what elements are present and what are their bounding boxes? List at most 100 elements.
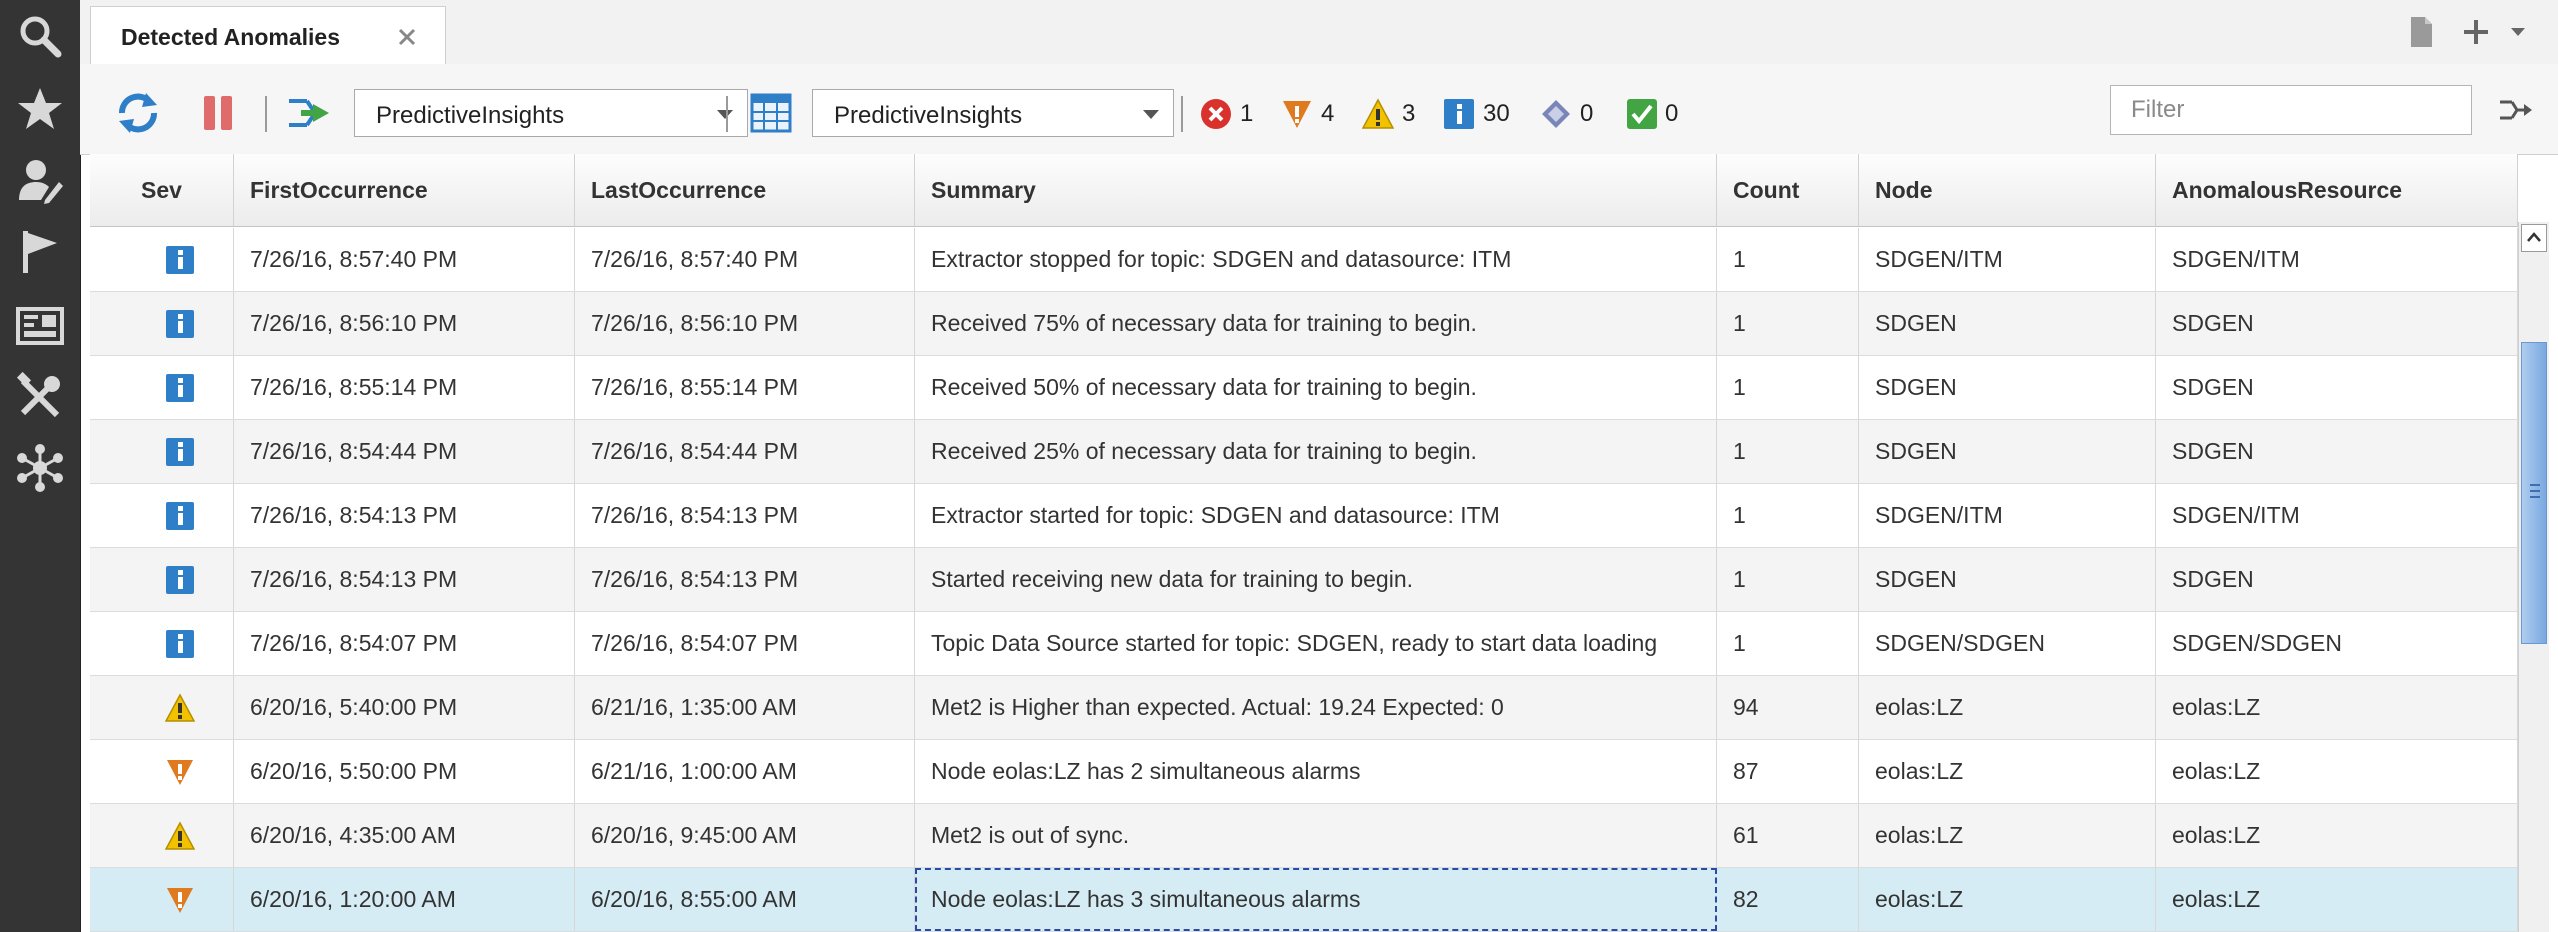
view-grid-icon[interactable] (750, 93, 792, 133)
cell-anomalous-resource[interactable]: SDGEN/ITM (2156, 228, 2518, 291)
cell-count[interactable]: 1 (1717, 484, 1859, 547)
cell-last-occurrence[interactable]: 6/21/16, 1:35:00 AM (575, 676, 915, 739)
table-row[interactable]: 7/26/16, 8:54:07 PM 7/26/16, 8:54:07 PM To… (90, 612, 2518, 676)
cell-node[interactable]: eolas:LZ (1859, 740, 2156, 803)
cell-summary[interactable]: Extractor stopped for topic: SDGEN and d… (915, 228, 1717, 291)
table-row[interactable]: 7/26/16, 8:57:40 PM 7/26/16, 8:57:40 PM Ex… (90, 228, 2518, 292)
close-icon[interactable] (395, 25, 419, 49)
cell-summary[interactable]: Extractor started for topic: SDGEN and d… (915, 484, 1717, 547)
datasource-combo[interactable]: PredictiveInsights (354, 89, 748, 137)
cell-first-occurrence[interactable]: 6/20/16, 1:20:00 AM (234, 868, 575, 931)
table-row[interactable]: 7/26/16, 8:56:10 PM 7/26/16, 8:56:10 PM Re… (90, 292, 2518, 356)
table-row[interactable]: 7/26/16, 8:54:13 PM 7/26/16, 8:54:13 PM St… (90, 548, 2518, 612)
table-row[interactable]: 6/20/16, 5:50:00 PM 6/21/16, 1:00:00 AM No… (90, 740, 2518, 804)
add-tab-icon[interactable] (2458, 14, 2494, 50)
cell-last-occurrence[interactable]: 7/26/16, 8:54:44 PM (575, 420, 915, 483)
column-header-node[interactable]: Node (1859, 154, 2156, 226)
filter-builder-icon[interactable] (287, 92, 331, 134)
cell-node[interactable]: eolas:LZ (1859, 868, 2156, 931)
cell-sev[interactable] (90, 612, 234, 675)
apply-filter-icon[interactable] (2498, 94, 2534, 126)
vertical-scrollbar[interactable] (2518, 222, 2549, 932)
cell-count[interactable]: 1 (1717, 548, 1859, 611)
cell-anomalous-resource[interactable]: eolas:LZ (2156, 676, 2518, 739)
clear-severity-icon[interactable] (1626, 98, 1658, 130)
scroll-thumb[interactable] (2521, 342, 2547, 644)
cell-last-occurrence[interactable]: 6/21/16, 1:00:00 AM (575, 740, 915, 803)
cell-sev[interactable] (90, 420, 234, 483)
search-icon[interactable] (0, 5, 80, 67)
view-combo[interactable]: PredictiveInsights (812, 89, 1174, 137)
cell-anomalous-resource[interactable]: eolas:LZ (2156, 804, 2518, 867)
tab-menu-chevron-down-icon[interactable] (2500, 14, 2536, 50)
cell-anomalous-resource[interactable]: SDGEN/SDGEN (2156, 612, 2518, 675)
filter-input[interactable] (2110, 85, 2472, 135)
cell-anomalous-resource[interactable]: eolas:LZ (2156, 740, 2518, 803)
cell-sev[interactable] (90, 228, 234, 291)
flag-icon[interactable] (0, 220, 80, 282)
cell-sev[interactable] (90, 676, 234, 739)
critical-severity-icon[interactable] (1200, 98, 1232, 130)
column-header-sev[interactable]: Sev (90, 154, 234, 226)
cell-count[interactable]: 1 (1717, 420, 1859, 483)
cell-count[interactable]: 1 (1717, 612, 1859, 675)
cell-node[interactable]: eolas:LZ (1859, 676, 2156, 739)
cell-first-occurrence[interactable]: 7/26/16, 8:54:07 PM (234, 612, 575, 675)
cell-node[interactable]: SDGEN (1859, 548, 2156, 611)
cell-summary[interactable]: Met2 is Higher than expected. Actual: 19… (915, 676, 1717, 739)
cell-last-occurrence[interactable]: 7/26/16, 8:54:07 PM (575, 612, 915, 675)
cell-sev[interactable] (90, 868, 234, 931)
cell-count[interactable]: 61 (1717, 804, 1859, 867)
column-header-first-occurrence[interactable]: FirstOccurrence (234, 154, 575, 226)
cell-first-occurrence[interactable]: 7/26/16, 8:56:10 PM (234, 292, 575, 355)
cell-first-occurrence[interactable]: 7/26/16, 8:54:13 PM (234, 548, 575, 611)
cell-sev[interactable] (90, 356, 234, 419)
cell-node[interactable]: SDGEN/SDGEN (1859, 612, 2156, 675)
table-row[interactable]: 6/20/16, 5:40:00 PM 6/21/16, 1:35:00 AM Me… (90, 676, 2518, 740)
indeterminate-severity-icon[interactable] (1540, 98, 1572, 130)
cell-count[interactable]: 1 (1717, 228, 1859, 291)
scroll-up-button[interactable] (2521, 224, 2547, 252)
cell-count[interactable]: 82 (1717, 868, 1859, 931)
cell-first-occurrence[interactable]: 7/26/16, 8:54:13 PM (234, 484, 575, 547)
major-severity-icon[interactable] (1281, 98, 1313, 130)
cell-last-occurrence[interactable]: 6/20/16, 8:55:00 AM (575, 868, 915, 931)
cell-node[interactable]: eolas:LZ (1859, 804, 2156, 867)
cell-summary[interactable]: Node eolas:LZ has 2 simultaneous alarms (915, 740, 1717, 803)
cell-node[interactable]: SDGEN (1859, 356, 2156, 419)
column-header-count[interactable]: Count (1717, 154, 1859, 226)
cell-anomalous-resource[interactable]: SDGEN (2156, 292, 2518, 355)
new-page-icon[interactable] (2403, 14, 2439, 50)
refresh-icon[interactable] (116, 91, 160, 135)
cell-count[interactable]: 1 (1717, 356, 1859, 419)
favorites-star-icon[interactable] (0, 78, 80, 140)
cell-summary[interactable]: Received 75% of necessary data for train… (915, 292, 1717, 355)
cell-node[interactable]: SDGEN/ITM (1859, 228, 2156, 291)
cell-summary[interactable]: Received 25% of necessary data for train… (915, 420, 1717, 483)
tools-icon[interactable] (0, 365, 80, 427)
cell-summary[interactable]: Met2 is out of sync. (915, 804, 1717, 867)
cell-sev[interactable] (90, 548, 234, 611)
cell-last-occurrence[interactable]: 7/26/16, 8:57:40 PM (575, 228, 915, 291)
cell-node[interactable]: SDGEN (1859, 420, 2156, 483)
table-row[interactable]: 7/26/16, 8:54:44 PM 7/26/16, 8:54:44 PM Re… (90, 420, 2518, 484)
cell-sev[interactable] (90, 484, 234, 547)
pause-icon[interactable] (198, 93, 238, 133)
cell-anomalous-resource[interactable]: eolas:LZ (2156, 868, 2518, 931)
cell-sev[interactable] (90, 292, 234, 355)
table-row[interactable]: 6/20/16, 4:35:00 AM 6/20/16, 9:45:00 AM Me… (90, 804, 2518, 868)
cell-anomalous-resource[interactable]: SDGEN (2156, 356, 2518, 419)
cell-count[interactable]: 1 (1717, 292, 1859, 355)
cell-last-occurrence[interactable]: 6/20/16, 9:45:00 AM (575, 804, 915, 867)
table-row[interactable]: 7/26/16, 8:54:13 PM 7/26/16, 8:54:13 PM Ex… (90, 484, 2518, 548)
cell-first-occurrence[interactable]: 7/26/16, 8:57:40 PM (234, 228, 575, 291)
cell-first-occurrence[interactable]: 7/26/16, 8:54:44 PM (234, 420, 575, 483)
cell-first-occurrence[interactable]: 6/20/16, 4:35:00 AM (234, 804, 575, 867)
cell-sev[interactable] (90, 740, 234, 803)
cell-sev[interactable] (90, 804, 234, 867)
cell-summary[interactable]: Started receiving new data for training … (915, 548, 1717, 611)
cell-last-occurrence[interactable]: 7/26/16, 8:54:13 PM (575, 548, 915, 611)
cell-last-occurrence[interactable]: 7/26/16, 8:55:14 PM (575, 356, 915, 419)
cell-count[interactable]: 94 (1717, 676, 1859, 739)
cell-first-occurrence[interactable]: 6/20/16, 5:50:00 PM (234, 740, 575, 803)
